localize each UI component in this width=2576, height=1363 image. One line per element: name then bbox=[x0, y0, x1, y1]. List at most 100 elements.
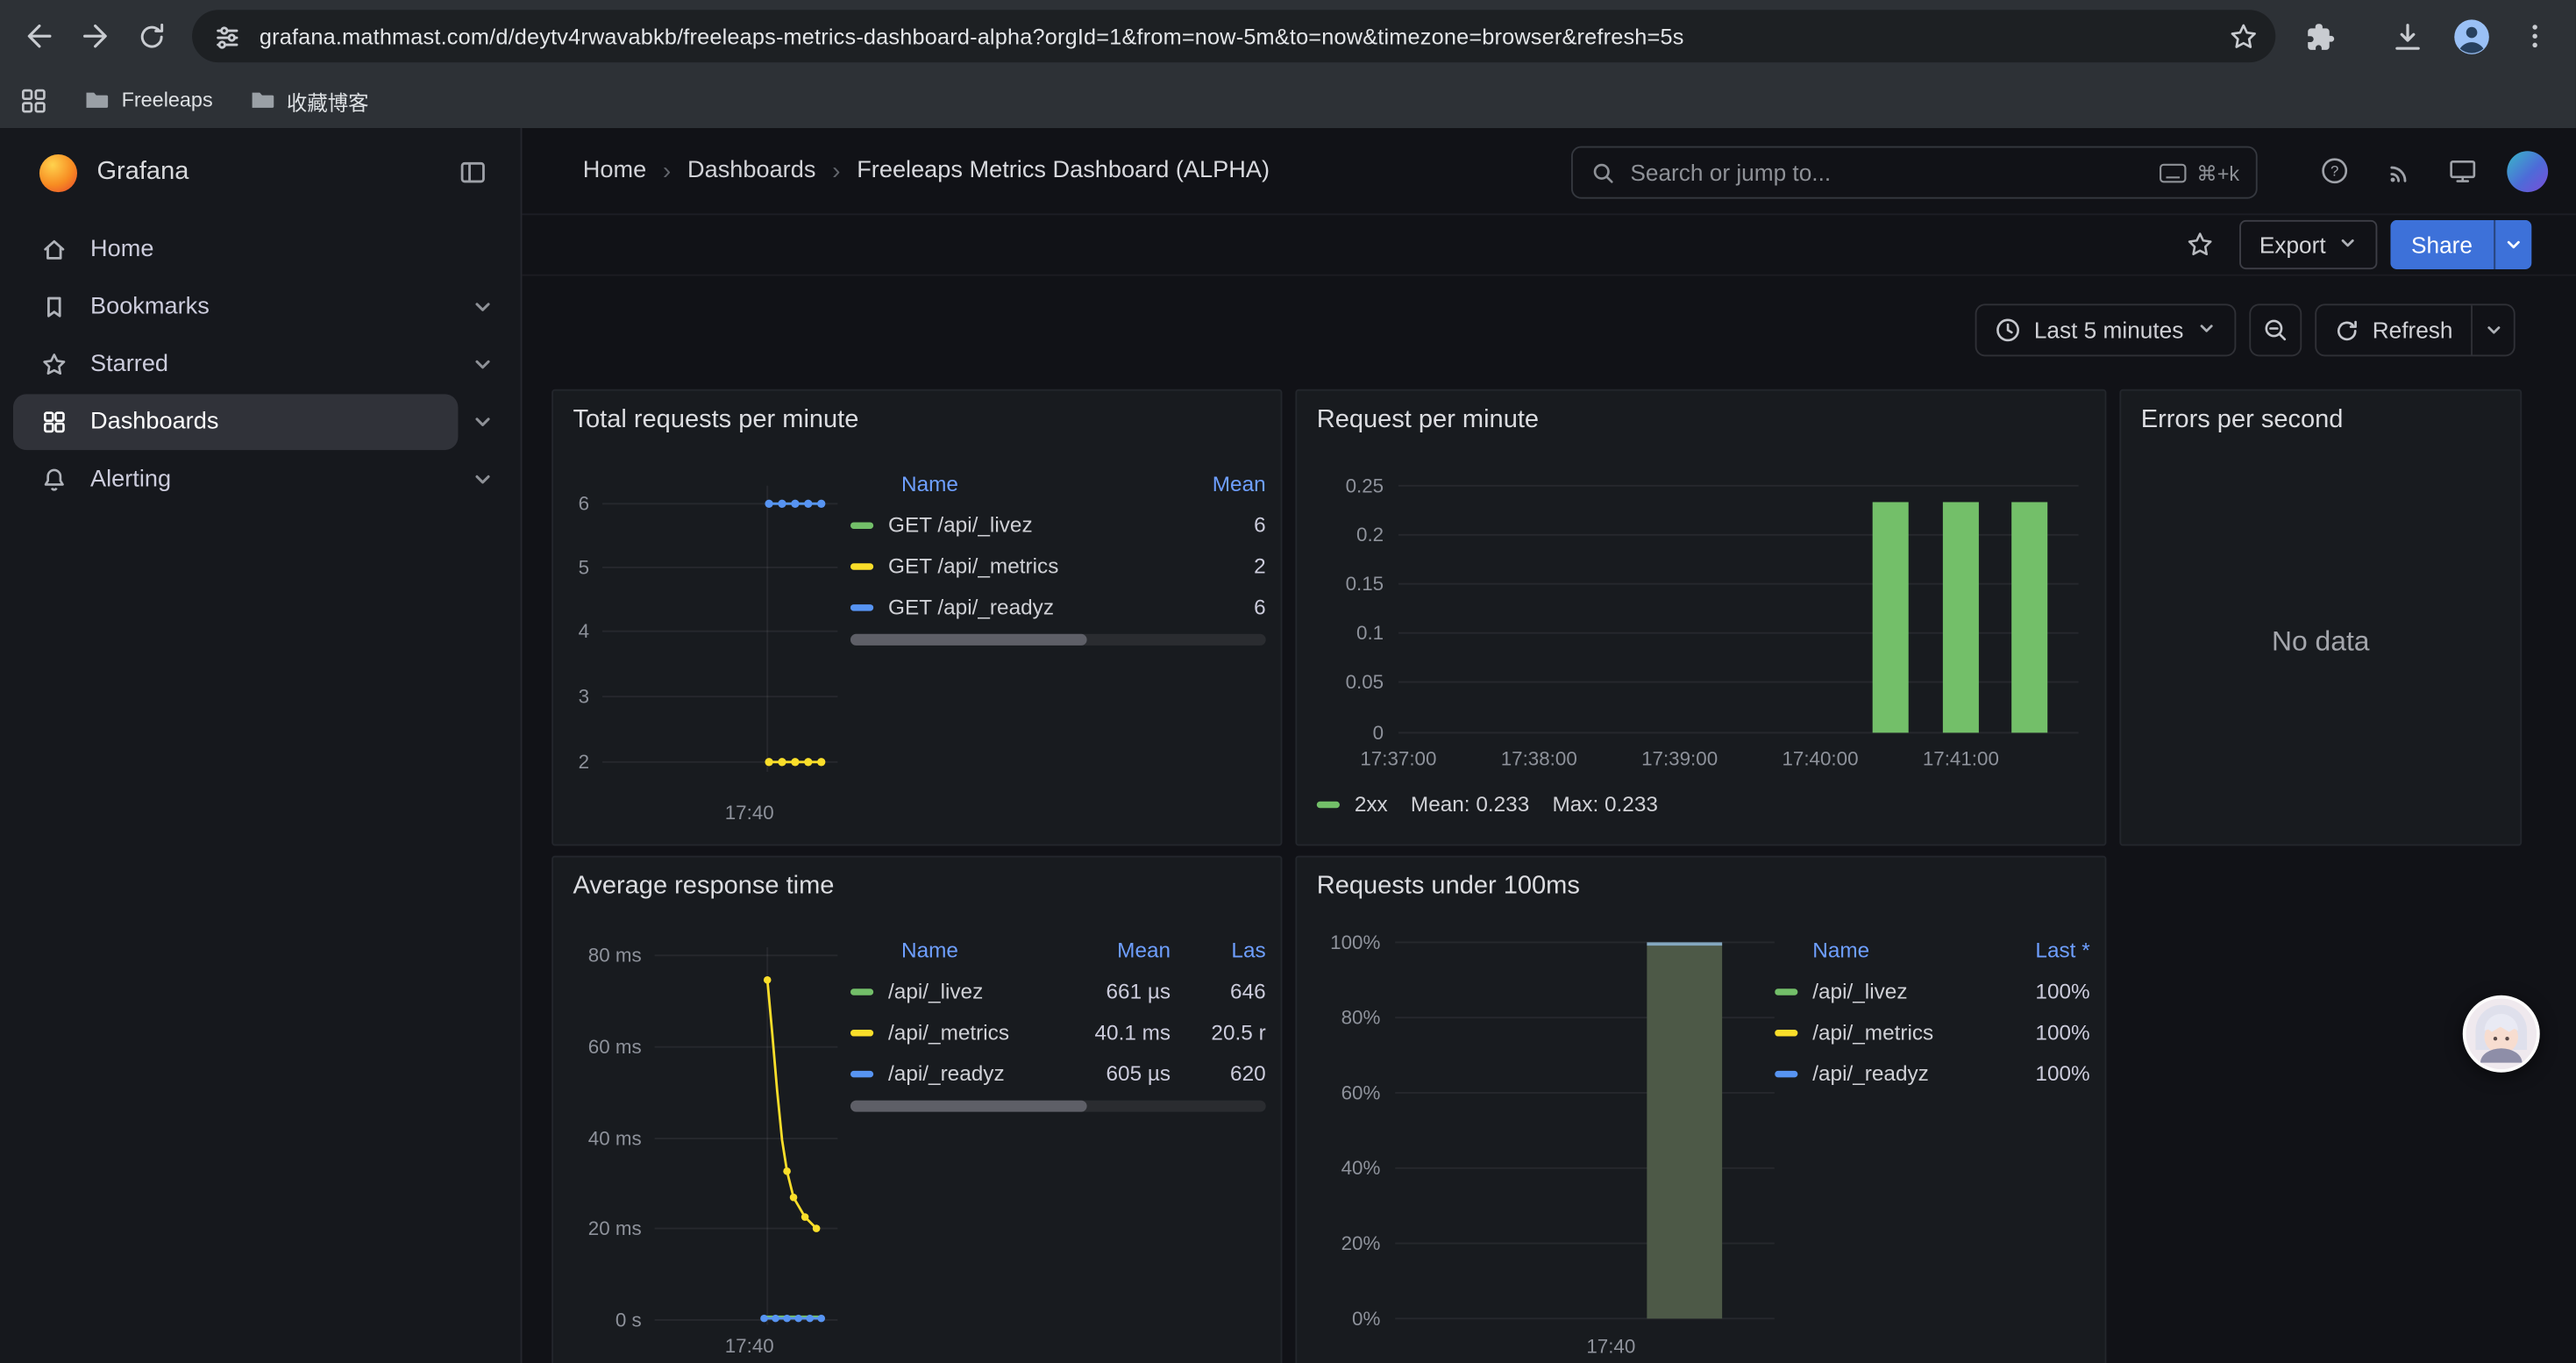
extensions-button[interactable] bbox=[2292, 8, 2348, 64]
series-swatch-green bbox=[850, 988, 873, 994]
breadcrumb-dashboards[interactable]: Dashboards bbox=[687, 158, 815, 184]
chevron-down-icon[interactable] bbox=[458, 397, 507, 446]
share-menu-button[interactable] bbox=[2494, 220, 2531, 269]
series-name: /api/_metrics bbox=[1812, 1020, 1933, 1045]
series-name: GET /api/_metrics bbox=[888, 553, 1058, 578]
legend-header-name[interactable]: Name bbox=[850, 937, 1063, 961]
svg-text:17:38:00: 17:38:00 bbox=[1501, 748, 1577, 770]
dashboards-grid-icon bbox=[41, 409, 68, 435]
legend-header-name[interactable]: Name bbox=[850, 470, 1174, 495]
forward-arrow-icon bbox=[77, 18, 113, 54]
legend-header: Name Mean bbox=[850, 461, 1266, 504]
bookmark-folder-blogs[interactable]: 收藏博客 bbox=[249, 84, 369, 116]
grafana-app: Grafana Home Bookmarks bbox=[0, 128, 2576, 1363]
export-button[interactable]: Export bbox=[2239, 220, 2376, 269]
legend-header-mean[interactable]: Mean bbox=[1063, 937, 1171, 961]
favorite-dashboard-button[interactable] bbox=[2174, 218, 2227, 271]
svg-text:17:40:00: 17:40:00 bbox=[1782, 748, 1858, 770]
sidebar-item-label: Starred bbox=[90, 352, 168, 378]
forward-button[interactable] bbox=[68, 8, 124, 64]
breadcrumb-home[interactable]: Home bbox=[583, 158, 646, 184]
browser-menu-button[interactable] bbox=[2507, 8, 2563, 64]
legend-row: /api/_readyz 100% bbox=[1775, 1053, 2090, 1094]
sidebar-item-alerting[interactable]: Alerting bbox=[13, 452, 508, 508]
svg-text:0: 0 bbox=[1373, 722, 1384, 744]
svg-text:40%: 40% bbox=[1341, 1157, 1381, 1179]
legend-row: /api/_metrics 40.1 ms 20.5 r bbox=[850, 1011, 1266, 1053]
bookmark-folder-freeleaps[interactable]: Freeleaps bbox=[83, 87, 212, 113]
url-text[interactable]: grafana.mathmast.com/d/deytv4rwavabkb/fr… bbox=[260, 24, 2211, 48]
legend-header-mean[interactable]: Mean bbox=[1174, 470, 1266, 495]
legend-header: Name Mean Las bbox=[850, 928, 1266, 971]
time-range-picker[interactable]: Last 5 minutes bbox=[1975, 303, 2236, 356]
legend-scrollbar[interactable] bbox=[850, 1101, 1266, 1112]
svg-text:20 ms: 20 ms bbox=[588, 1217, 642, 1239]
dock-sidebar-button[interactable] bbox=[448, 148, 497, 197]
bookmarks-bar: Freeleaps 收藏博客 bbox=[0, 72, 2576, 128]
zoom-out-time-button[interactable] bbox=[2249, 303, 2302, 356]
series-last: 100% bbox=[1982, 979, 2090, 1003]
scrollbar-thumb[interactable] bbox=[850, 634, 1087, 646]
series-name: /api/_readyz bbox=[888, 1061, 1005, 1086]
spacer bbox=[458, 225, 507, 275]
svg-text:0.2: 0.2 bbox=[1356, 524, 1384, 546]
svg-text:3: 3 bbox=[579, 686, 589, 708]
home-icon bbox=[41, 237, 68, 263]
news-button[interactable] bbox=[2373, 145, 2425, 197]
chevron-down-icon bbox=[2504, 235, 2523, 254]
legend-row: GET /api/_livez 6 bbox=[850, 504, 1266, 546]
user-avatar-button[interactable] bbox=[2501, 145, 2553, 197]
help-button[interactable]: ? bbox=[2309, 145, 2361, 197]
legend-row: /api/_livez 100% bbox=[1775, 971, 2090, 1012]
bookmark-star-icon[interactable] bbox=[2228, 20, 2259, 52]
downloads-button[interactable] bbox=[2379, 8, 2435, 64]
sidebar-item-starred[interactable]: Starred bbox=[13, 337, 508, 393]
sidebar-item-home[interactable]: Home bbox=[13, 222, 508, 278]
chevron-down-icon[interactable] bbox=[458, 340, 507, 389]
legend: 2xx Mean: 0.233 Max: 0.233 bbox=[1317, 792, 1658, 817]
svg-text:20%: 20% bbox=[1341, 1232, 1381, 1254]
refresh-button[interactable]: Refresh bbox=[2316, 305, 2471, 354]
share-split-button: Share bbox=[2390, 220, 2532, 269]
profile-button[interactable] bbox=[2443, 8, 2499, 64]
bar-chart[interactable]: 0.25 0.2 0.15 0.1 0.05 0 17:37:00 17:38:… bbox=[1297, 391, 2104, 846]
legend-table: Name Mean Las /api/_livez 661 µs 646 /ap… bbox=[850, 928, 1266, 1112]
chevron-down-icon[interactable] bbox=[458, 282, 507, 332]
scrollbar-thumb[interactable] bbox=[850, 1101, 1087, 1112]
reload-button[interactable] bbox=[123, 8, 179, 64]
svg-text:0.15: 0.15 bbox=[1346, 573, 1384, 595]
chevron-down-icon[interactable] bbox=[458, 455, 507, 504]
share-button[interactable]: Share bbox=[2390, 220, 2494, 269]
sidebar-item-bookmarks[interactable]: Bookmarks bbox=[13, 279, 508, 335]
series-last: 100% bbox=[1982, 1061, 2090, 1086]
legend-header-last[interactable]: Last * bbox=[1982, 937, 2090, 961]
panel-title[interactable]: Errors per second bbox=[2141, 406, 2344, 436]
site-info-tune-icon[interactable] bbox=[212, 20, 244, 52]
apps-grid-icon[interactable] bbox=[19, 86, 47, 114]
kebab-menu-icon bbox=[2518, 19, 2551, 52]
legend-series[interactable]: 2xx bbox=[1317, 792, 1388, 817]
svg-text:60%: 60% bbox=[1341, 1081, 1381, 1103]
back-button[interactable] bbox=[11, 8, 68, 64]
search-input[interactable] bbox=[1630, 160, 2159, 186]
star-outline-icon bbox=[2186, 230, 2216, 260]
url-bar[interactable]: grafana.mathmast.com/d/deytv4rwavabkb/fr… bbox=[192, 10, 2275, 62]
series-mean: 661 µs bbox=[1063, 979, 1171, 1003]
svg-text:0%: 0% bbox=[1352, 1308, 1380, 1330]
chevron-down-icon bbox=[2483, 320, 2502, 339]
puzzle-icon bbox=[2303, 19, 2336, 52]
search-box[interactable]: ⌘+k bbox=[1571, 146, 2258, 199]
grafana-logo[interactable] bbox=[39, 153, 77, 191]
help-icon: ? bbox=[2320, 156, 2350, 186]
svg-text:4: 4 bbox=[579, 620, 589, 642]
series-last: 20.5 r bbox=[1171, 1020, 1266, 1045]
sidebar-item-dashboards[interactable]: Dashboards bbox=[13, 394, 508, 450]
kiosk-button[interactable] bbox=[2437, 145, 2489, 197]
legend-scrollbar[interactable] bbox=[850, 634, 1266, 646]
legend-header-name[interactable]: Name bbox=[1775, 937, 1982, 961]
svg-text:17:40: 17:40 bbox=[1586, 1336, 1635, 1358]
svg-text:17:40: 17:40 bbox=[725, 802, 774, 824]
legend-header-last[interactable]: Las bbox=[1171, 937, 1266, 961]
assistant-avatar[interactable] bbox=[2463, 995, 2540, 1073]
refresh-interval-button[interactable] bbox=[2471, 305, 2514, 354]
